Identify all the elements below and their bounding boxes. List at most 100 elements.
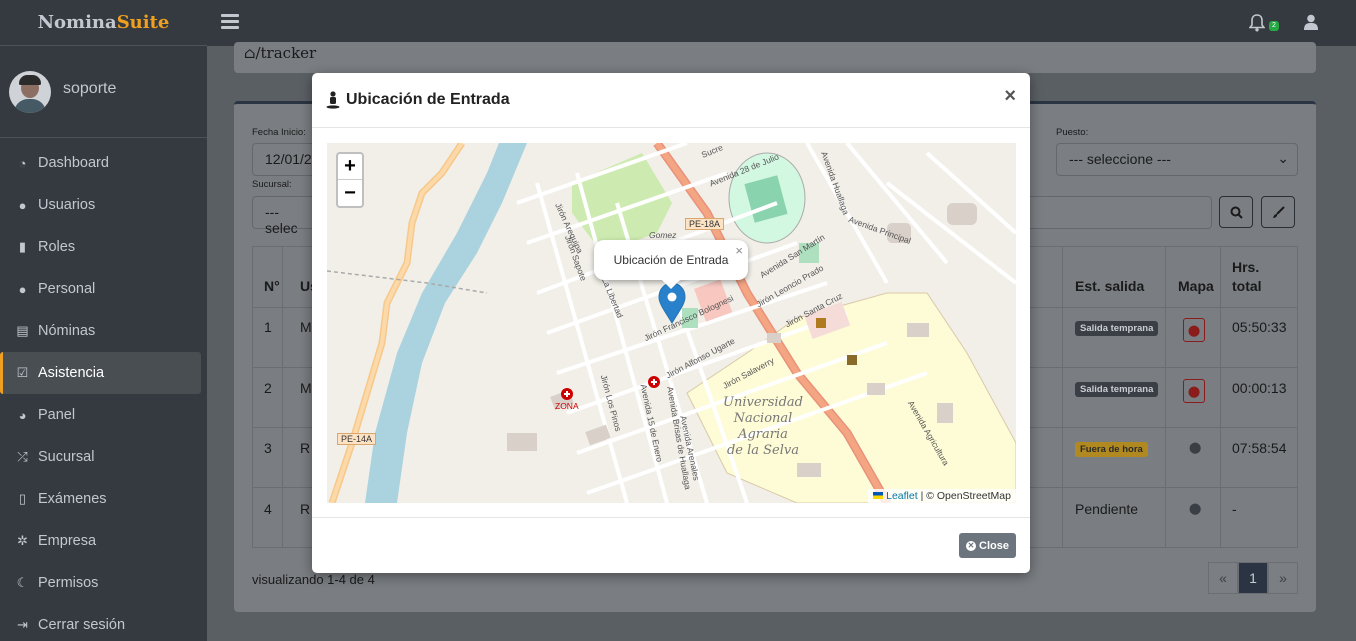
sidebar-item-label: Panel [38,407,76,423]
user-panel[interactable]: soporte [0,46,207,138]
sidebar-item-label: Empresa [38,533,97,549]
modal-close-icon[interactable]: × [1004,86,1016,106]
street-view-icon [326,91,340,109]
university-label-line: Agraria [738,427,788,442]
row4-n: 4 [264,501,272,517]
pagination-info: visualizando 1-4 de 4 [252,572,375,587]
sidebar-item-label: Permisos [38,575,99,591]
status-badge: Fuera de hora [1075,442,1148,457]
notification-badge: 2 [1269,21,1279,31]
puesto-label: Puesto: [1056,127,1089,138]
row2-n: 2 [264,380,272,396]
topbar: 2 [207,0,1356,46]
sidebar-item-label: Dashboard [38,155,109,171]
id-card-icon: ▤ [16,323,29,338]
row2-user: M [300,380,312,396]
th-hrs-total-1: Hrs. [1232,259,1260,275]
user-menu-icon[interactable] [1304,14,1318,30]
search-button[interactable] [1219,196,1253,228]
row1-user: M [300,319,312,335]
row1-n: 1 [264,319,272,335]
sidebar-item-label: Asistencia [38,365,105,381]
brand-logo[interactable]: Nomina Suite [0,0,207,46]
breadcrumb-wrap: ⌂/tracker [244,44,316,62]
sidebar-item-personal[interactable]: ● Personal [0,268,202,310]
brush-icon [1272,205,1285,218]
university-label-line: Universidad [723,395,803,410]
sidebar-item-label: Sucursal [38,449,95,465]
leaflet-link[interactable]: Leaflet [886,490,918,502]
sidebar-item-asistencia[interactable]: ☑ Asistencia [0,352,201,394]
sidebar-item-empresa[interactable]: ✲ Empresa [0,520,202,562]
pagination-page-1[interactable]: 1 [1238,562,1268,594]
sidebar-item-sucursal[interactable]: ⤮ Sucursal [0,436,202,478]
map-marker-icon[interactable]: ⬤ [1189,441,1201,454]
chevron-down-icon: ⌄ [1277,150,1289,166]
popup-close-icon[interactable]: × [735,243,743,258]
sidebar-item-usuarios[interactable]: ● Usuarios [0,184,202,226]
sidebar-item-label: Cerrar sesión [38,617,126,633]
breadcrumb-text[interactable]: /tracker [255,44,316,62]
th-est-salida: Est. salida [1075,278,1145,294]
users-icon: ● [18,281,27,297]
map-button[interactable]: ⬤ [1183,379,1205,403]
gauge-icon: ◕ [18,407,27,423]
sidebar-item-nominas[interactable]: ▤ Nóminas [0,310,202,352]
row4-status: Pendiente [1075,501,1139,517]
map-place-label: Gomez [649,230,677,240]
breadcrumb: ⌂/tracker [234,42,1316,73]
sidebar-item-panel[interactable]: ◕ Panel [0,394,202,436]
university-label-line: de la Selva [726,443,799,458]
sucursal-label: Sucursal: [252,179,292,190]
map-marker-icon: ⬤ [1187,324,1201,337]
map-marker-icon[interactable]: ⬤ [1189,502,1201,515]
map-button[interactable]: ⬤ [1183,318,1205,342]
home-icon[interactable]: ⌂ [244,44,255,62]
status-badge: Salida temprana [1075,382,1159,397]
fecha-inicio-label: Fecha Inicio: [252,127,306,138]
sidebar-item-permisos[interactable]: ☾ Permisos [0,562,202,604]
zoom-in-button[interactable]: + [338,154,362,180]
pagination-prev[interactable]: « [1208,562,1238,594]
sidebar-item-label: Roles [38,239,76,255]
sidebar-item-label: Usuarios [38,197,96,213]
attribution-text: | © OpenStreetMap [920,490,1011,502]
modal-header: Ubicación de Entrada × [312,73,1030,128]
file-icon: ▯ [18,491,27,506]
th-mapa: Mapa [1178,278,1214,294]
row2-hrs: 00:00:13 [1232,380,1287,396]
unlock-icon: ▮ [18,239,27,254]
close-button-label: Close [979,539,1009,552]
row3-user: R [300,440,311,456]
sidebar-item-dashboard[interactable]: ◔ Dashboard [0,142,202,184]
clear-filters-button[interactable] [1261,196,1295,228]
map-attribution: Leaflet | © OpenStreetMap [868,489,1016,503]
bell-icon[interactable] [1249,14,1265,32]
moon-icon: ☾ [16,575,29,590]
road-shield: PE-14A [337,433,377,445]
th-hrs-total-2: total [1232,278,1262,294]
check-square-icon: ☑ [16,365,29,380]
close-button[interactable]: ✕ Close [959,533,1016,558]
gear-icon: ✲ [17,533,28,548]
row1-hrs: 05:50:33 [1232,319,1287,335]
username: soporte [63,79,117,97]
search-field[interactable] [1022,196,1212,229]
sidebar-item-roles[interactable]: ▮ Roles [0,226,202,268]
brand-part1: Nomina [37,12,117,33]
popup-text: Ubicación de Entrada [613,253,729,267]
sidebar: Nomina Suite soporte ◔ Dashboard ● Usuarios… [0,0,207,641]
zoom-out-button[interactable]: − [338,180,362,206]
sign-out-icon: ⇥ [17,617,28,632]
map-view[interactable]: Jirón Francisco Bolognesi Jirón Alfonso … [327,143,1016,503]
map-popup: Ubicación de Entrada × [594,240,748,289]
puesto-select[interactable]: --- seleccione --- ⌄ [1056,143,1298,176]
sidebar-item-label: Exámenes [38,491,107,507]
brand-part2: Suite [116,12,170,33]
search-icon [1230,206,1243,219]
pagination-next[interactable]: » [1268,562,1298,594]
hamburger-menu-icon[interactable] [221,14,239,30]
sidebar-item-cerrar-sesion[interactable]: ⇥ Cerrar sesión [0,604,202,641]
zoom-control: + − [336,152,364,208]
sidebar-item-examenes[interactable]: ▯ Exámenes [0,478,202,520]
